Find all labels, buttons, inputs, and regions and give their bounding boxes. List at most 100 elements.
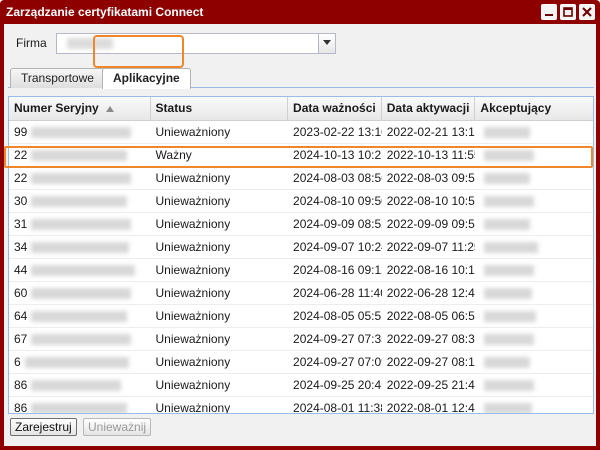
redacted-block — [484, 357, 531, 369]
table-row[interactable]: 22 Ważny 2024-10-13 10:21 2022-10-13 11:55 — [9, 144, 593, 167]
table-row[interactable]: 60 Unieważniony 2024-06-28 11:40 2022-06-28… — [9, 282, 593, 305]
column-header-expiry[interactable]: Data ważności — [288, 97, 382, 121]
serial-cell-text: 22 — [14, 171, 28, 185]
activation-cell: 2022-08-03 09:57 — [382, 167, 476, 190]
redacted-block — [31, 173, 132, 185]
status-cell: Unieważniony — [151, 351, 289, 374]
activation-cell: 2022-09-25 21:43 — [382, 374, 476, 397]
serial-cell: 64 — [9, 305, 151, 328]
status-cell: Unieważniony — [151, 213, 289, 236]
expiry-cell-text: 2024-10-13 10:21 — [293, 148, 382, 162]
status-cell: Unieważniony — [151, 282, 289, 305]
table-row[interactable]: 64 Unieważniony 2024-08-05 05:51 2022-08-05… — [9, 305, 593, 328]
activation-cell-text: 2022-10-13 11:55 — [386, 148, 476, 162]
table-row[interactable]: 44 Unieważniony 2024-08-16 09:12 2022-08-16… — [9, 259, 593, 282]
serial-cell-text: 86 — [14, 401, 28, 414]
certificates-grid: Numer Seryjny Status Data ważności Data … — [8, 96, 594, 414]
tab-label: Aplikacyjne — [113, 71, 180, 85]
expiry-cell: 2024-08-16 09:12 — [288, 259, 382, 282]
accepting-cell — [475, 374, 593, 397]
status-cell-text: Unieważniony — [155, 309, 231, 323]
column-header-label: Akceptujący — [480, 101, 552, 115]
column-header-label: Numer Seryjny — [14, 101, 99, 115]
serial-cell: 86 — [9, 397, 151, 414]
serial-cell-text: 86 — [14, 378, 28, 392]
activation-cell: 2022-06-28 12:41 — [382, 282, 476, 305]
accepting-cell — [475, 190, 593, 213]
redacted-block — [484, 150, 535, 162]
minimize-icon[interactable] — [541, 4, 557, 20]
table-row[interactable]: 67 Unieważniony 2024-09-27 07:35 2022-09-27… — [9, 328, 593, 351]
serial-cell: 31 — [9, 213, 151, 236]
serial-cell: 34 — [9, 236, 151, 259]
status-cell-text: Unieważniony — [155, 378, 231, 392]
column-header-status[interactable]: Status — [151, 97, 289, 121]
activation-cell-text: 2022-09-09 09:56 — [386, 217, 476, 231]
accepting-cell — [475, 305, 593, 328]
serial-cell-text: 44 — [14, 263, 28, 277]
status-cell-text: Unieważniony — [155, 125, 231, 139]
status-cell-text: Unieważniony — [155, 332, 231, 346]
redacted-block — [31, 380, 122, 392]
expiry-cell: 2024-09-27 07:35 — [288, 328, 382, 351]
status-cell-text: Unieważniony — [155, 263, 231, 277]
firma-label: Firma — [16, 36, 47, 50]
expiry-cell-text: 2023-02-22 13:10 — [293, 125, 382, 139]
activation-cell: 2022-08-10 10:52 — [382, 190, 476, 213]
status-cell: Unieważniony — [151, 167, 289, 190]
table-row[interactable]: 30 Unieważniony 2024-08-10 09:50 2022-08-10… — [9, 190, 593, 213]
activation-cell: 2022-08-01 12:40 — [382, 397, 476, 413]
status-cell-text: Unieważniony — [155, 194, 231, 208]
sort-ascending-icon — [106, 105, 115, 112]
redacted-block — [31, 196, 128, 208]
register-button[interactable]: Zarejestruj — [10, 418, 77, 436]
table-row[interactable]: 34 Unieważniony 2024-09-07 10:24 2022-09-07… — [9, 236, 593, 259]
redacted-block — [31, 265, 136, 277]
expiry-cell-text: 2024-09-27 07:09 — [293, 355, 382, 369]
redacted-block — [484, 311, 537, 323]
status-cell: Unieważniony — [151, 259, 289, 282]
revoke-button[interactable]: Unieważnij — [83, 418, 152, 436]
redacted-block — [31, 127, 132, 139]
redacted-block — [31, 403, 128, 413]
tab-aplikacyjne[interactable]: Aplikacyjne — [102, 68, 191, 89]
expiry-cell: 2024-08-05 05:51 — [288, 305, 382, 328]
window-title: Zarządzanie certyfikatami Connect — [6, 5, 204, 19]
activation-cell-text: 2022-09-07 11:25 — [386, 240, 476, 254]
serial-cell-text: 31 — [14, 217, 28, 231]
firma-combobox[interactable] — [56, 33, 336, 54]
activation-cell: 2022-08-05 06:53 — [382, 305, 476, 328]
expiry-cell: 2024-08-01 11:38 — [288, 397, 382, 413]
table-row[interactable]: 86 Unieważniony 2024-08-01 11:38 2022-08-01… — [9, 397, 593, 414]
redacted-block — [31, 288, 132, 300]
grid-body: 99 Unieważniony 2023-02-22 13:10 2022-02-21… — [9, 121, 593, 414]
serial-cell-text: 60 — [14, 286, 28, 300]
chevron-down-icon[interactable] — [318, 34, 335, 53]
accepting-cell — [475, 351, 593, 374]
status-cell: Unieważniony — [151, 328, 289, 351]
expiry-cell-text: 2024-09-25 20:41 — [293, 378, 382, 392]
serial-cell-text: 6 — [14, 355, 21, 369]
expiry-cell: 2024-08-10 09:50 — [288, 190, 382, 213]
maximize-icon[interactable] — [560, 4, 576, 20]
table-row[interactable]: 6 Unieważniony 2024-09-27 07:09 2022-09-27 … — [9, 351, 593, 374]
table-row[interactable]: 22 Unieważniony 2024-08-03 08:56 2022-08-03… — [9, 167, 593, 190]
tab-transportowe[interactable]: Transportowe — [10, 68, 105, 88]
table-row[interactable]: 31 Unieważniony 2024-09-09 08:52 2022-09-09… — [9, 213, 593, 236]
column-header-activation[interactable]: Data aktywacji — [382, 97, 476, 121]
column-header-accepting[interactable]: Akceptujący — [475, 97, 593, 121]
table-row[interactable]: 99 Unieważniony 2023-02-22 13:10 2022-02-21… — [9, 121, 593, 144]
expiry-cell-text: 2024-08-16 09:12 — [293, 263, 382, 277]
activation-cell-text: 2022-09-25 21:43 — [386, 378, 476, 392]
expiry-cell-text: 2024-08-05 05:51 — [293, 309, 382, 323]
column-header-serial[interactable]: Numer Seryjny — [9, 97, 151, 121]
status-cell-text: Unieważniony — [155, 286, 231, 300]
status-cell: Unieważniony — [151, 397, 289, 413]
close-icon[interactable] — [579, 4, 595, 20]
activation-cell-text: 2022-08-16 10:13 — [386, 263, 476, 277]
window-titlebar[interactable]: Zarządzanie certyfikatami Connect — [0, 0, 600, 24]
table-row[interactable]: 86 Unieważniony 2024-09-25 20:41 2022-09-25… — [9, 374, 593, 397]
activation-cell-text: 2022-08-05 06:53 — [386, 309, 476, 323]
expiry-cell: 2023-02-22 13:10 — [288, 121, 382, 144]
column-header-label: Status — [155, 101, 193, 115]
